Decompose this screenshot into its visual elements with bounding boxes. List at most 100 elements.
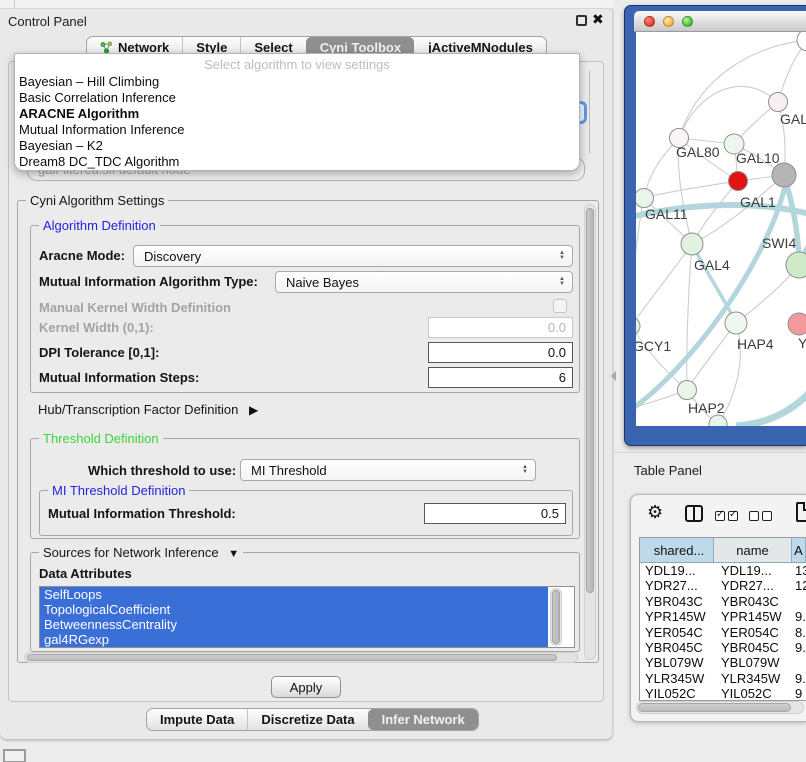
algorithm-option-basic-correlation[interactable]: Basic Correlation Inference — [15, 90, 579, 106]
table-row[interactable]: YPR145WYPR145W9. — [640, 609, 806, 624]
manual-kernel-checkbox[interactable] — [553, 299, 567, 313]
table-panel-divider — [614, 452, 806, 453]
node-swi4[interactable] — [786, 252, 806, 278]
algorithm-option-mutual-information[interactable]: Mutual Information Inference — [15, 122, 579, 138]
mi-steps-value: 6 — [559, 370, 566, 385]
node-hap2[interactable] — [678, 381, 697, 400]
mi-threshold-value: 0.5 — [541, 506, 559, 521]
which-threshold-value: MI Threshold — [251, 463, 327, 478]
tab-impute-data[interactable]: Impute Data — [147, 709, 247, 730]
select-all-columns-icon[interactable] — [715, 508, 741, 526]
algorithm-dropdown-popup: Select algorithm to view settings Bayesi… — [14, 53, 580, 171]
node-gal4[interactable] — [681, 233, 703, 255]
aracne-mode-label: Aracne Mode: — [39, 248, 125, 263]
settings-vscrollbar[interactable] — [584, 204, 596, 660]
traffic-light-minimize-icon[interactable] — [663, 16, 674, 27]
node-table: shared... name A YDL19...YDL19...13 YDR2… — [639, 537, 806, 701]
tab-discretize-data[interactable]: Discretize Data — [247, 709, 367, 730]
tab-impute-data-label: Impute Data — [160, 712, 234, 727]
settings-vscrollbar-thumb[interactable] — [586, 208, 594, 593]
table-row[interactable]: YDL19...YDL19...13 — [640, 563, 806, 578]
node-label: GAL11 — [645, 206, 688, 222]
list-item-selfloops[interactable]: SelfLoops — [40, 587, 548, 602]
algorithm-option-aracne[interactable]: ARACNE Algorithm — [15, 106, 579, 122]
node-gal-partial[interactable] — [769, 93, 788, 112]
node-gal11[interactable] — [636, 189, 654, 208]
gear-icon[interactable] — [647, 502, 663, 523]
traffic-light-close-icon[interactable] — [644, 16, 655, 27]
cyni-bottom-tabs: Impute Data Discretize Data Infer Networ… — [146, 708, 479, 731]
kernel-width-label: Kernel Width (0,1): — [39, 320, 154, 335]
node-gal1[interactable] — [729, 172, 748, 191]
node-label: GAL10 — [736, 150, 780, 166]
column-header-name[interactable]: name — [714, 538, 792, 562]
algorithm-option-bayesian-k2[interactable]: Bayesian – K2 — [15, 138, 579, 154]
attr-list-vscrollbar-thumb[interactable] — [552, 590, 560, 644]
network-window-titlebar[interactable] — [634, 11, 806, 32]
apply-button-label: Apply — [290, 680, 323, 695]
node-label: HAP4 — [737, 336, 774, 352]
algorithm-option-dream8[interactable]: Dream8 DC_TDC Algorithm — [15, 154, 579, 170]
column-header-partial[interactable]: A — [792, 538, 806, 562]
settings-hscrollbar-thumb[interactable] — [27, 654, 557, 661]
dpi-tolerance-field[interactable]: 0.0 — [428, 342, 573, 363]
table-row[interactable]: YBR045CYBR045C9. — [640, 640, 806, 655]
node-salmon[interactable] — [788, 313, 806, 335]
mi-threshold-definition-title: MI Threshold Definition — [48, 483, 189, 498]
list-item-betweennesscentrality[interactable]: BetweennessCentrality — [40, 617, 548, 632]
sources-toggle[interactable]: Sources for Network Inference — [39, 545, 243, 562]
table-row[interactable]: YDR27...YDR27...12 — [640, 578, 806, 593]
table-row[interactable]: YIL052CYIL052C9 — [640, 686, 806, 701]
deselect-all-columns-icon[interactable] — [749, 508, 775, 526]
mi-threshold-field[interactable]: 0.5 — [424, 503, 566, 524]
aracne-mode-combo[interactable]: Discovery — [133, 245, 573, 267]
table-row[interactable]: YLR345WYLR345W9. — [640, 671, 806, 686]
hub-definition-label: Hub/Transcription Factor Definition — [38, 402, 238, 417]
mini-panel-button[interactable] — [3, 749, 26, 762]
dpi-tolerance-value: 0.0 — [548, 345, 566, 360]
algorithm-dropdown-hint: Select algorithm to view settings — [15, 54, 579, 74]
table-hscrollbar[interactable] — [636, 701, 804, 714]
mi-threshold-label: Mutual Information Threshold: — [48, 506, 236, 521]
list-item-topologicalcoefficient[interactable]: TopologicalCoefficient — [40, 602, 548, 617]
new-table-icon[interactable] — [796, 502, 806, 522]
attr-list-vscrollbar[interactable] — [550, 588, 562, 646]
node-table-header: shared... name A — [640, 538, 806, 563]
float-window-icon[interactable] — [576, 15, 587, 26]
mi-steps-label: Mutual Information Steps: — [39, 370, 199, 385]
list-item-gal4rgexp[interactable]: gal4RGexp — [40, 632, 548, 647]
tab-discretize-data-label: Discretize Data — [261, 712, 354, 727]
network-canvas[interactable]: GAL GAL80 GAL10 GAL1 GAL11 GAL4 SWI4 GCY… — [636, 32, 806, 426]
algorithm-option-bayesian-hill-climbing[interactable]: Bayesian – Hill Climbing — [15, 74, 579, 90]
column-header-shared-name[interactable]: shared... — [640, 538, 714, 562]
panel-splitter-handle[interactable] — [611, 371, 616, 381]
which-threshold-combo[interactable]: MI Threshold — [240, 459, 536, 481]
table-panel-card: shared... name A YDL19...YDL19...13 YDR2… — [630, 494, 806, 722]
cyni-algorithm-settings-group: Cyni Algorithm Settings Algorithm Defini… — [17, 200, 599, 663]
mi-type-combo[interactable]: Naive Bayes — [275, 271, 573, 293]
node-hap4[interactable] — [725, 312, 747, 334]
settings-hscrollbar[interactable] — [24, 652, 578, 663]
node-label: GAL1 — [740, 194, 776, 210]
tab-infer-network[interactable]: Infer Network — [368, 709, 478, 730]
node-gcy1[interactable] — [636, 317, 640, 335]
table-hscrollbar-thumb[interactable] — [638, 703, 791, 712]
combo-arrows-icon — [559, 251, 565, 261]
table-row[interactable]: YBL079WYBL079W — [640, 655, 806, 670]
combo-arrows-icon — [522, 465, 528, 475]
sources-group: Sources for Network Inference Data Attri… — [30, 552, 580, 652]
table-row[interactable]: YER054CYER054C8. — [640, 625, 806, 640]
hub-definition-toggle[interactable]: Hub/Transcription Factor Definition — [38, 402, 258, 417]
apply-button[interactable]: Apply — [271, 676, 341, 698]
split-view-icon[interactable] — [685, 505, 703, 522]
close-icon[interactable] — [592, 11, 604, 28]
top-divider — [14, 0, 15, 9]
network-node-labels: GAL GAL80 GAL10 GAL1 GAL11 GAL4 SWI4 GCY… — [636, 111, 806, 416]
node-gray[interactable] — [772, 163, 796, 187]
traffic-light-zoom-icon[interactable] — [682, 16, 693, 27]
node-partial-top[interactable] — [797, 32, 806, 51]
node-partial-bottom[interactable] — [709, 415, 727, 426]
table-row[interactable]: YBR043CYBR043C — [640, 594, 806, 609]
mi-steps-field[interactable]: 6 — [428, 367, 573, 388]
kernel-width-field[interactable]: 0.0 — [428, 317, 573, 338]
